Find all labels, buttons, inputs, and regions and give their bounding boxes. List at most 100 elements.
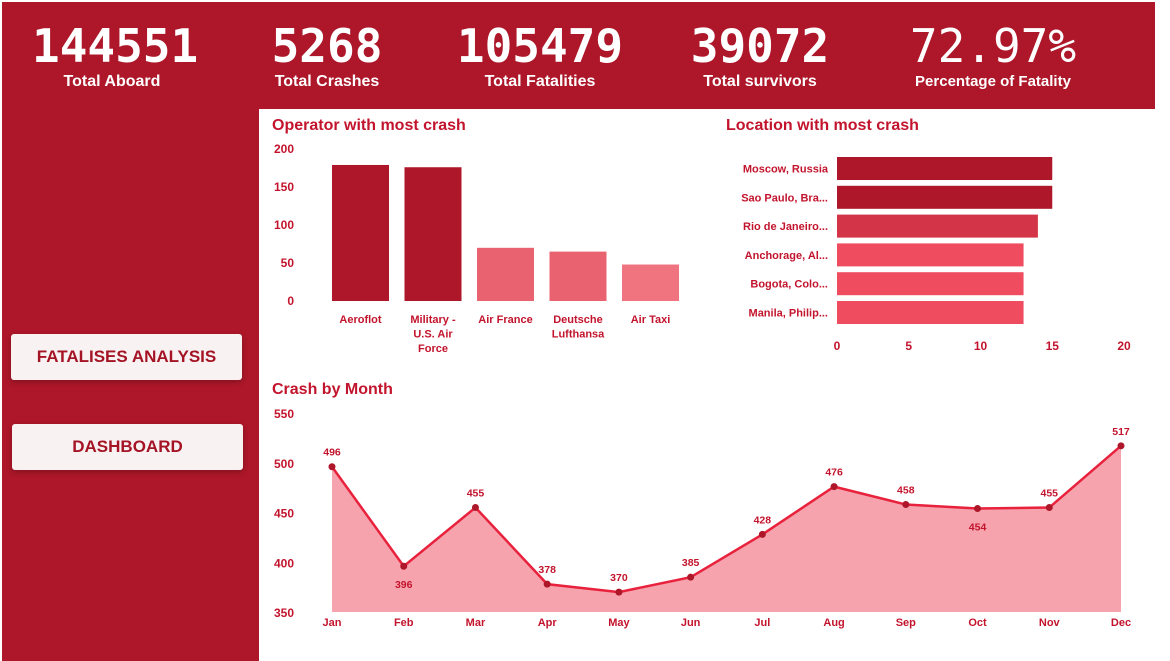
location-bar-chart: Moscow, Russia Sao Paulo, Bra... Rio de Ja…	[741, 157, 1131, 353]
x-tick-label: 10	[974, 339, 988, 353]
y-tick-label: Moscow, Russia	[743, 164, 829, 176]
bar	[549, 251, 607, 301]
fatalities-analysis-button[interactable]: FATALISES ANALYSIS	[11, 334, 242, 380]
data-point	[400, 562, 408, 570]
x-tick-label: Nov	[1039, 617, 1061, 629]
y-tick-label: 550	[274, 407, 294, 421]
x-tick-label: Apr	[538, 617, 558, 629]
x-tick-label: 0	[834, 339, 841, 353]
kpi-total-crashes: 5268 Total Crashes	[252, 20, 402, 92]
x-tick-label: 5	[905, 339, 912, 353]
data-point	[830, 483, 838, 491]
x-tick-label: Air Taxi	[631, 314, 671, 326]
kpi-label: Total Crashes	[274, 73, 380, 90]
y-tick-label: 50	[281, 256, 295, 270]
data-label: 370	[610, 572, 628, 584]
data-label: 454	[969, 522, 987, 534]
data-point	[902, 501, 910, 509]
data-label: 455	[467, 488, 485, 500]
kpi-header: 144551 Total Aboard 5268 Total Crashes 1…	[2, 2, 1155, 109]
month-chart-title: Crash by Month	[272, 381, 393, 398]
x-tick-label: 15	[1046, 339, 1060, 353]
data-label: 428	[754, 514, 772, 526]
y-tick-label: Sao Paulo, Bra...	[741, 192, 828, 204]
y-tick-label: 500	[274, 457, 294, 471]
x-tick-label: Military -	[410, 314, 456, 326]
kpi-label: Total Aboard	[63, 73, 161, 90]
y-tick-label: 0	[287, 294, 294, 308]
data-point	[471, 504, 479, 512]
x-tick-label: Mar	[466, 617, 486, 629]
data-label: 455	[1041, 488, 1059, 500]
y-tick-label: 100	[274, 218, 294, 232]
x-tick-label: Oct	[968, 617, 987, 629]
kpi-total-fatalities: 105479 Total Fatalities	[450, 20, 630, 92]
bar	[837, 272, 1024, 296]
kpi-label: Total survivors	[703, 73, 817, 90]
x-tick-label: May	[608, 617, 630, 629]
x-tick-label: Deutsche	[553, 314, 603, 326]
y-tick-label: 200	[274, 142, 294, 156]
kpi-value: 72.97%	[909, 19, 1077, 73]
kpi-value: 144551	[32, 19, 199, 73]
y-tick-label: Manila, Philip...	[749, 308, 828, 320]
data-point	[974, 505, 982, 513]
kpi-total-aboard: 144551 Total Aboard	[32, 19, 199, 92]
bar	[837, 243, 1024, 267]
dashboard-button[interactable]: DASHBOARD	[12, 424, 243, 470]
sidebar: FATALISES ANALYSIS DASHBOARD	[2, 109, 259, 661]
operator-chart-title: Operator with most crash	[272, 117, 466, 134]
x-tick-label: Jun	[681, 617, 701, 629]
kpi-value: 5268	[271, 19, 383, 73]
data-label: 476	[825, 467, 843, 479]
kpi-total-survivors: 39072 Total survivors	[680, 20, 840, 92]
y-tick-label: Bogota, Colo...	[750, 279, 828, 291]
kpi-label: Percentage of Fatality	[915, 73, 1071, 90]
y-tick-label: Rio de Janeiro...	[743, 221, 828, 233]
kpi-value: 105479	[456, 19, 624, 73]
data-point	[543, 580, 551, 588]
x-tick-label: U.S. Air	[413, 329, 453, 341]
x-tick-label: Aeroflot	[339, 314, 382, 326]
location-chart-title: Location with most crash	[726, 117, 919, 134]
bar	[477, 247, 534, 301]
x-tick-label: Force	[418, 343, 448, 355]
x-tick-label: Feb	[394, 617, 414, 629]
bar	[837, 185, 1053, 209]
y-tick-label: 150	[274, 180, 294, 194]
bar	[622, 264, 679, 301]
x-tick-label: Air France	[478, 314, 532, 326]
y-tick-label: 450	[274, 507, 294, 521]
data-label: 385	[682, 557, 700, 569]
data-label: 496	[323, 447, 341, 459]
kpi-label: Total Fatalities	[484, 73, 596, 90]
bar	[837, 157, 1053, 180]
bar	[837, 301, 1024, 324]
bar	[332, 164, 389, 301]
x-tick-label: Dec	[1111, 617, 1131, 629]
data-point	[328, 463, 336, 471]
data-point	[615, 588, 623, 596]
data-label: 396	[395, 579, 413, 591]
data-point	[1117, 442, 1125, 450]
data-label: 517	[1112, 426, 1130, 438]
data-point	[758, 530, 766, 538]
kpi-fatality-percentage: 72.97% Percentage of Fatality	[898, 20, 1088, 92]
kpi-value: 39072	[690, 19, 830, 73]
x-tick-label: Jan	[323, 617, 342, 629]
x-tick-label: Sep	[896, 617, 916, 629]
operator-bar-chart: 0 50 100 150 200 Aeroflot Military - U.S. Air Fo…	[274, 142, 679, 355]
y-tick-label: 350	[274, 606, 294, 620]
data-point	[1045, 504, 1053, 512]
x-tick-label: Aug	[823, 617, 844, 629]
x-tick-label: 20	[1117, 339, 1131, 353]
y-tick-label: 400	[274, 556, 294, 570]
bar	[837, 214, 1038, 238]
y-tick-label: Anchorage, Al...	[745, 250, 828, 262]
bar	[404, 167, 462, 301]
x-tick-label: Jul	[754, 617, 770, 629]
data-label: 458	[897, 485, 915, 497]
month-area-chart: 350 400 450 500 550 496 Jan 396 Feb 455 Mar 378 Apr 3…	[274, 407, 1131, 629]
data-label: 378	[538, 564, 556, 576]
x-tick-label: Lufthansa	[552, 329, 605, 341]
